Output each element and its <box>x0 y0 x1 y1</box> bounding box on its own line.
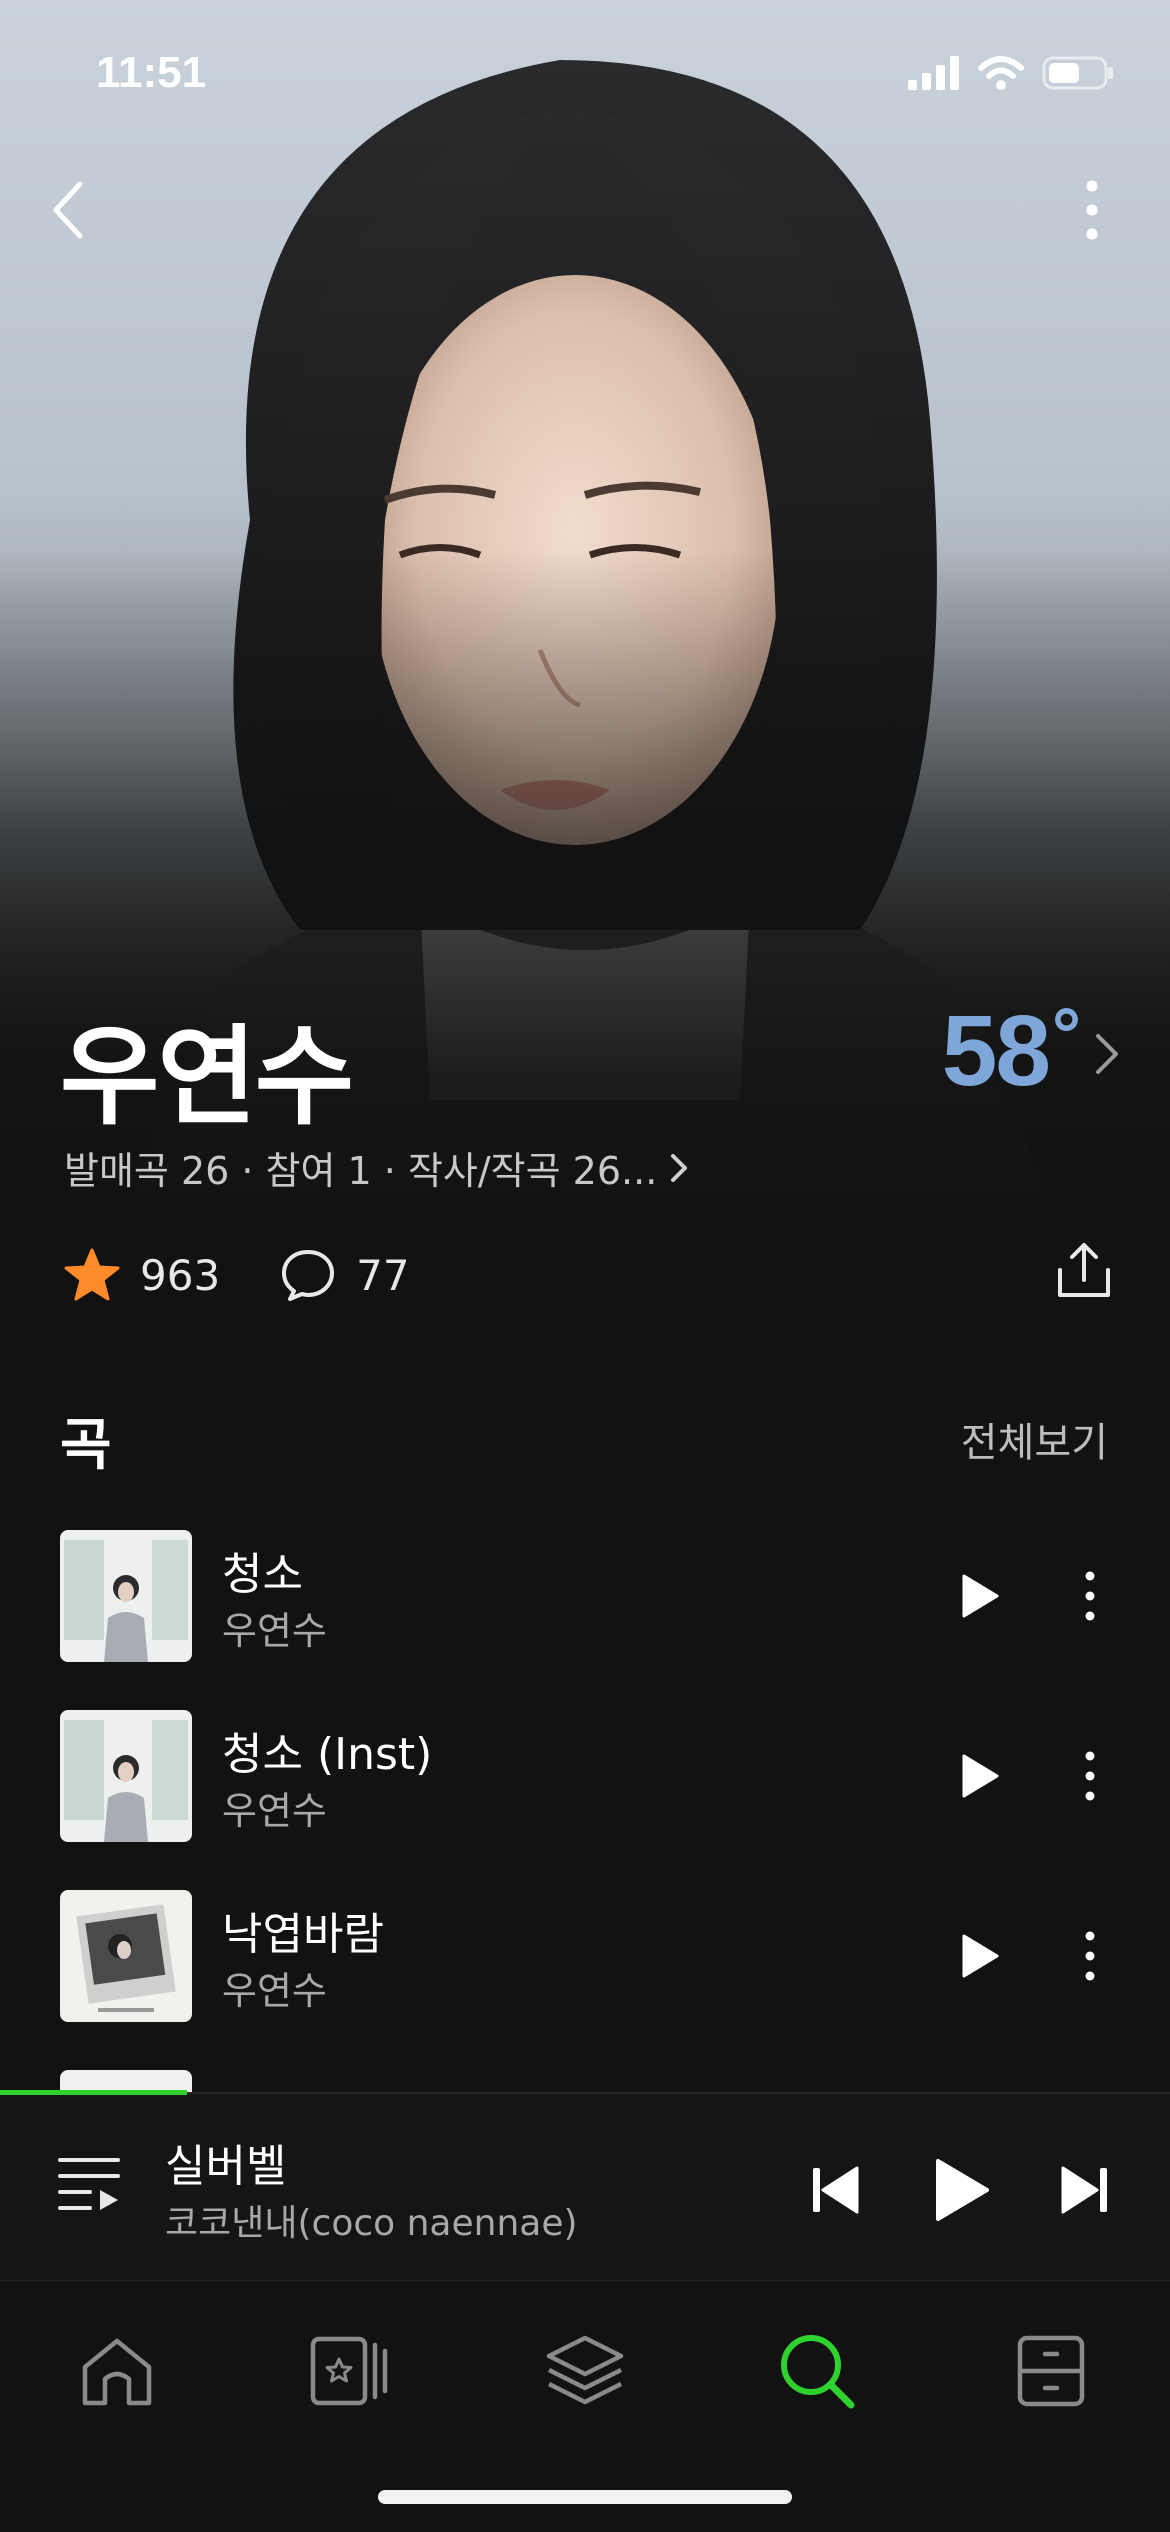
tab-library[interactable] <box>294 2321 404 2421</box>
comment-button[interactable]: 77 <box>280 1248 410 1302</box>
mini-player[interactable]: 실버벨 코코낸내(coco naennae) <box>0 2090 1170 2280</box>
tab-search[interactable] <box>762 2321 872 2421</box>
comment-count: 77 <box>356 1250 410 1300</box>
share-button[interactable] <box>1054 1240 1114 1304</box>
cellular-signal-icon <box>908 56 959 90</box>
skip-previous-icon <box>813 2166 859 2214</box>
home-icon <box>82 2338 152 2406</box>
search-icon <box>781 2335 855 2409</box>
status-bar: 11:51 <box>0 38 1170 108</box>
home-indicator <box>378 2490 792 2504</box>
song-play-button[interactable] <box>950 1566 1010 1626</box>
queue-list-icon <box>58 2158 120 2210</box>
tab-storage[interactable] <box>996 2321 1106 2421</box>
more-options-button[interactable] <box>1052 170 1132 250</box>
tab-playlists[interactable] <box>530 2321 640 2421</box>
play-icon <box>962 1754 999 1798</box>
chevron-left-icon <box>53 181 83 239</box>
song-artist: 우연수 <box>222 1789 327 1833</box>
star-icon <box>64 1248 120 1301</box>
share-icon <box>1058 1243 1110 1297</box>
comment-bubble-icon <box>282 1250 335 1301</box>
skip-next-icon <box>1061 2166 1107 2214</box>
temperature-value: 58 <box>941 995 1051 1107</box>
vertical-dots-icon <box>1086 180 1098 240</box>
next-track-button[interactable] <box>1045 2150 1125 2230</box>
artist-meta-text: 발매곡 26 · 참여 1 · 작사/작곡 26... <box>64 1149 658 1193</box>
vertical-dots-icon <box>1085 1751 1095 1801</box>
status-icons <box>908 56 1114 90</box>
playback-progress-bar <box>0 2090 188 2095</box>
album-cover <box>60 1530 192 1662</box>
now-playing-title: 실버벨 <box>165 2141 287 2192</box>
play-button[interactable] <box>922 2150 1002 2230</box>
song-row[interactable]: 청소 우연수 <box>60 1530 1110 1662</box>
vertical-dots-icon <box>1085 1571 1095 1621</box>
song-more-button[interactable] <box>1070 1746 1110 1806</box>
song-artist: 우연수 <box>222 1969 327 2013</box>
status-time: 11:51 <box>96 48 207 97</box>
wifi-icon <box>978 56 1024 90</box>
song-row[interactable]: 청소 (Inst) 우연수 <box>60 1710 1110 1842</box>
vertical-dots-icon <box>1085 1931 1095 1981</box>
song-artist: 우연수 <box>222 1609 327 1653</box>
back-button[interactable] <box>28 170 108 250</box>
star-card-icon <box>310 2336 388 2406</box>
song-title: 낙엽바람 <box>222 1909 384 1960</box>
song-play-button[interactable] <box>950 1926 1010 1986</box>
playlist-queue-button[interactable] <box>56 2154 122 2218</box>
temperature-degree: ° <box>1049 996 1084 1078</box>
chevron-right-icon <box>1096 1034 1118 1074</box>
like-count: 963 <box>140 1250 221 1300</box>
now-playing-artist: 코코낸내(coco naennae) <box>165 2203 578 2244</box>
artist-meta-link[interactable]: 발매곡 26 · 참여 1 · 작사/작곡 26... <box>64 1140 689 1195</box>
song-more-button[interactable] <box>1070 1566 1110 1626</box>
song-row[interactable]: 낙엽바람 우연수 <box>60 1890 1110 2022</box>
chevron-right-icon <box>671 1153 688 1182</box>
layers-icon <box>546 2335 624 2405</box>
like-button[interactable]: 963 <box>64 1248 220 1302</box>
artist-stats: 963 77 <box>64 1240 1114 1310</box>
battery-icon <box>1042 56 1113 90</box>
tab-home[interactable] <box>62 2321 172 2421</box>
album-cover <box>60 1710 192 1842</box>
previous-track-button[interactable] <box>795 2150 875 2230</box>
play-icon <box>936 2159 989 2221</box>
song-play-button[interactable] <box>950 1746 1010 1806</box>
play-icon <box>962 1934 999 1978</box>
artist-temperature-button[interactable]: 58 ° <box>942 994 1120 1109</box>
view-all-songs-button[interactable]: 전체보기 <box>961 1410 1108 1468</box>
song-title: 청소 (Inst) <box>222 1729 433 1780</box>
song-more-button[interactable] <box>1070 1926 1110 1986</box>
drawer-icon <box>1017 2335 1085 2407</box>
play-icon <box>962 1574 999 1618</box>
artist-name: 우연수 <box>60 1015 354 1140</box>
songs-section-title: 곡 <box>60 1413 112 1478</box>
song-title: 청소 <box>222 1549 303 1600</box>
album-cover <box>60 1890 192 2022</box>
